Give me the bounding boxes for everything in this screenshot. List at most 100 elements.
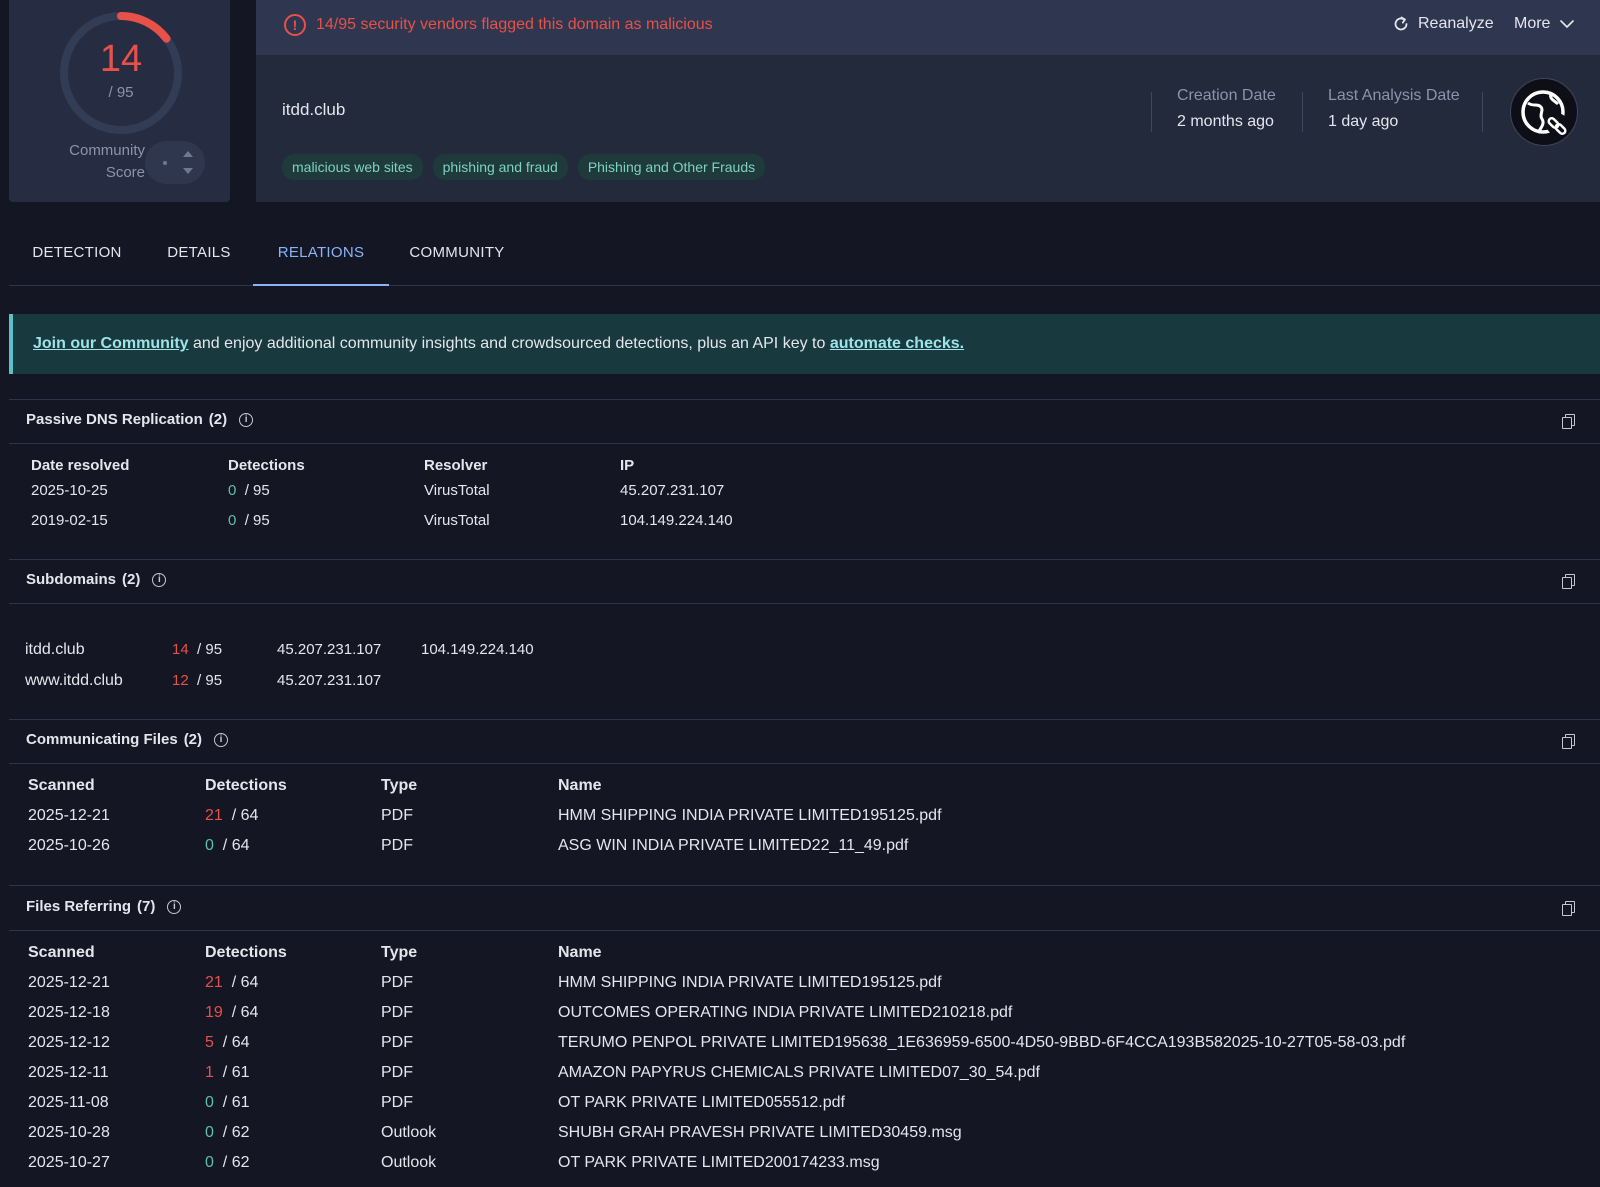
detections-total: / 61 — [222, 1064, 250, 1081]
file-name-link[interactable]: OT PARK PRIVATE LIMITED200174233.msg — [558, 1153, 880, 1173]
detections-cell: 5 / 64 — [205, 1033, 249, 1053]
column-header: Name — [558, 944, 602, 961]
detections-positive: 0 — [205, 1124, 214, 1141]
tag-chip[interactable]: Phishing and Other Frauds — [577, 154, 766, 180]
file-type: PDF — [381, 1004, 413, 1021]
column-header: IP — [620, 457, 635, 474]
detections-total: / 95 — [244, 482, 270, 499]
file-name-link[interactable]: SHUBH GRAH PRAVESH PRIVATE LIMITED30459.… — [558, 1123, 962, 1143]
section-divider — [9, 399, 1600, 400]
more-label: More — [1514, 15, 1551, 32]
detections-positive: 5 — [205, 1034, 214, 1051]
community-banner: Join our Community and enjoy additional … — [9, 314, 1600, 374]
vote-down-icon[interactable] — [183, 168, 193, 174]
ip-link[interactable]: 45.207.231.107 — [277, 640, 381, 660]
tab-community[interactable]: COMMUNITY — [389, 228, 525, 286]
detections-cell: 12 / 95 — [172, 671, 222, 691]
ip-link[interactable]: 104.149.224.140 — [620, 511, 733, 531]
community-vote-control[interactable] — [145, 141, 205, 184]
file-name-link[interactable]: ASG WIN INDIA PRIVATE LIMITED22_11_49.pd… — [558, 836, 908, 856]
domain-name[interactable]: itdd.club — [282, 100, 345, 120]
alert-icon: ! — [284, 14, 306, 36]
subdomain-link[interactable]: www.itdd.club — [25, 671, 123, 691]
meta-divider — [1302, 92, 1303, 132]
info-icon[interactable]: i — [214, 732, 229, 747]
detections-cell: 0 / 62 — [205, 1123, 249, 1143]
join-community-link[interactable]: Join our Community — [33, 335, 189, 352]
passive-dns-count: (2) — [208, 411, 228, 428]
detections-total: / 64 — [222, 837, 250, 854]
detection-total: / 95 — [108, 84, 134, 101]
column-header: Scanned — [28, 777, 95, 794]
column-header: Date resolved — [31, 457, 130, 474]
reanalyze-button[interactable]: Reanalyze — [1392, 13, 1494, 35]
file-name-link[interactable]: OT PARK PRIVATE LIMITED055512.pdf — [558, 1093, 845, 1113]
ip-link[interactable]: 104.149.224.140 — [421, 640, 534, 660]
section-divider — [9, 719, 1600, 720]
file-type: PDF — [381, 1064, 413, 1081]
alert-bar: ! 14/95 security vendors flagged this do… — [256, 0, 1600, 55]
detections-cell: 0 / 95 — [228, 511, 270, 531]
detections-cell: 19 / 64 — [205, 1003, 258, 1023]
more-button[interactable]: More — [1514, 13, 1575, 35]
ip-link[interactable]: 45.207.231.107 — [277, 671, 381, 691]
file-type: PDF — [381, 837, 413, 854]
subdomain-link[interactable]: itdd.club — [25, 640, 85, 660]
scanned-date: 2025-12-21 — [28, 807, 110, 824]
tab-relations[interactable]: RELATIONS — [253, 228, 389, 286]
detections-total: / 64 — [231, 807, 259, 824]
info-icon[interactable]: i — [239, 412, 254, 427]
detections-positive: 21 — [205, 807, 223, 824]
section-divider — [9, 885, 1600, 886]
detections-positive: 14 — [172, 641, 189, 658]
detections-positive: 12 — [172, 672, 189, 689]
column-header: Detections — [205, 777, 287, 794]
detection-count: 14 — [99, 38, 143, 80]
file-name-link[interactable]: HMM SHIPPING INDIA PRIVATE LIMITED195125… — [558, 973, 942, 993]
info-icon[interactable]: i — [167, 899, 182, 914]
files-referring-title: Files Referring (7) i — [26, 898, 182, 915]
ip-link[interactable]: 45.207.231.107 — [620, 481, 724, 501]
chevron-down-icon — [1560, 19, 1575, 28]
file-name-link[interactable]: TERUMO PENPOL PRIVATE LIMITED195638_1E63… — [558, 1033, 1405, 1053]
info-icon[interactable]: i — [152, 572, 167, 587]
copy-icon[interactable] — [1562, 734, 1576, 749]
tag-list: malicious web sites phishing and fraud P… — [282, 154, 766, 180]
detections-cell: 0 / 64 — [205, 836, 249, 856]
detections-total: / 95 — [197, 672, 223, 689]
banner-message: and enjoy additional community insights … — [188, 335, 830, 352]
scanned-date: 2025-12-12 — [28, 1034, 110, 1051]
vote-up-icon[interactable] — [183, 151, 193, 157]
passive-dns-title-text: Passive DNS Replication — [26, 411, 203, 428]
communicating-files-title-text: Communicating Files — [26, 731, 178, 748]
file-name-link[interactable]: OUTCOMES OPERATING INDIA PRIVATE LIMITED… — [558, 1003, 1012, 1023]
detections-cell: 0 / 61 — [205, 1093, 249, 1113]
copy-icon[interactable] — [1562, 901, 1576, 916]
tab-details[interactable]: DETAILS — [145, 228, 253, 286]
detections-total: / 62 — [222, 1154, 250, 1171]
copy-icon[interactable] — [1562, 574, 1576, 589]
domain-header-card: ! 14/95 security vendors flagged this do… — [256, 0, 1600, 202]
tag-chip[interactable]: malicious web sites — [282, 154, 423, 180]
section-divider — [9, 930, 1600, 931]
meta-divider — [1151, 92, 1152, 132]
column-header: Name — [558, 777, 602, 794]
file-name-link[interactable]: AMAZON PAPYRUS CHEMICALS PRIVATE LIMITED… — [558, 1063, 1040, 1083]
subdomains-title: Subdomains (2) i — [26, 571, 167, 588]
date-cell: 2019-02-15 — [31, 512, 108, 529]
column-header: Type — [381, 944, 418, 961]
refresh-icon — [1394, 16, 1408, 31]
banner-text: Join our Community and enjoy additional … — [33, 333, 964, 355]
column-header: Detections — [205, 944, 287, 961]
copy-icon[interactable] — [1562, 414, 1576, 429]
detections-total: / 64 — [231, 974, 259, 991]
scanned-date: 2025-10-27 — [28, 1154, 110, 1171]
automate-checks-link[interactable]: automate checks. — [830, 335, 964, 352]
detections-positive: 0 — [205, 1154, 214, 1171]
scanned-date: 2025-10-26 — [28, 837, 110, 854]
tag-chip[interactable]: phishing and fraud — [432, 154, 568, 180]
section-divider — [9, 559, 1600, 560]
detections-positive: 0 — [228, 482, 237, 499]
tab-detection[interactable]: DETECTION — [9, 228, 145, 286]
file-name-link[interactable]: HMM SHIPPING INDIA PRIVATE LIMITED195125… — [558, 806, 942, 826]
